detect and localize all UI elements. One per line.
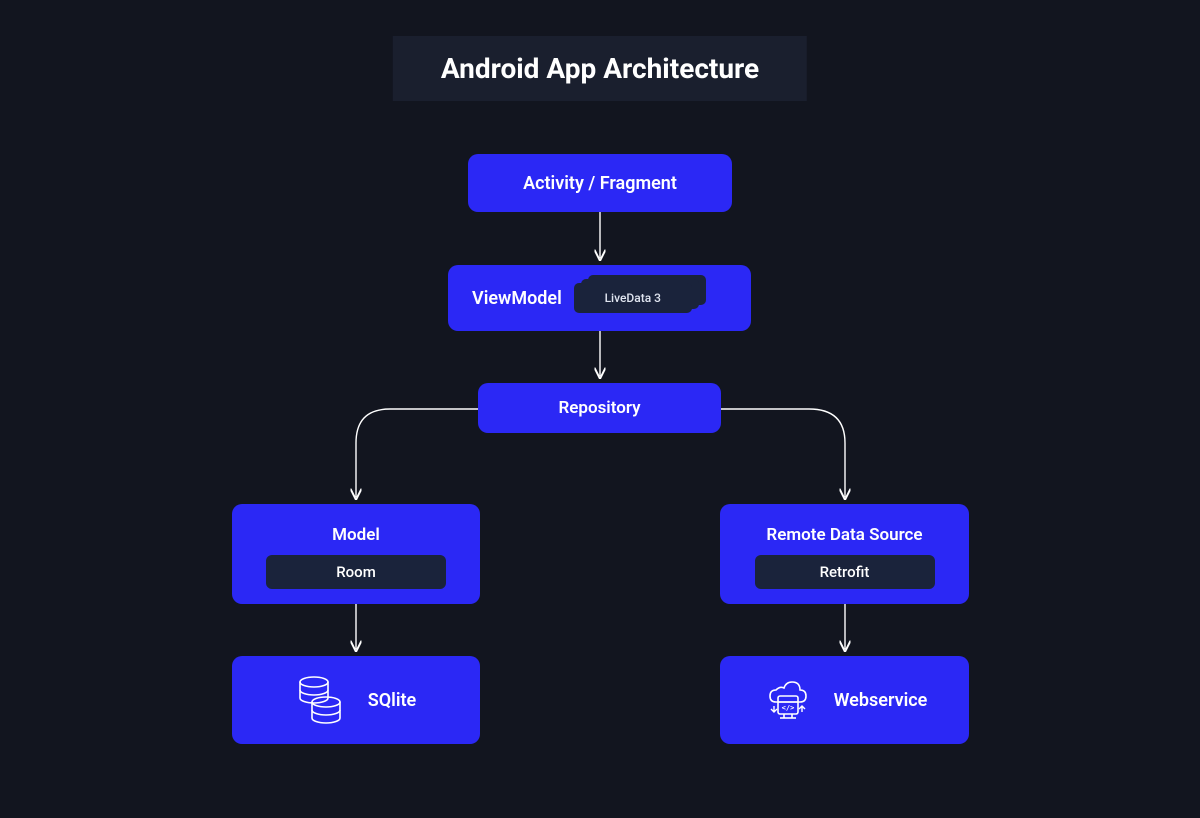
node-label: Activity / Fragment [523,173,677,194]
node-label: SQlite [368,690,416,711]
livedata-label: LiveData 3 [605,291,661,305]
svg-text:</>: </> [781,704,794,712]
node-webservice: </> Webservice [720,656,969,744]
livedata-card: LiveData 3 [574,283,692,313]
chip-label: Retrofit [820,563,870,581]
node-remote-data-source: Remote Data Source Retrofit [720,504,969,604]
webservice-icon: </> [762,672,814,729]
node-label: ViewModel [472,288,562,309]
node-repository: Repository [478,383,721,433]
node-activity-fragment: Activity / Fragment [468,154,732,212]
diagram-title: Android App Architecture [393,36,807,101]
node-label: Remote Data Source [766,525,922,545]
chip-room: Room [266,555,446,589]
title-text: Android App Architecture [441,52,759,85]
node-model: Model Room [232,504,480,604]
chip-label: Room [336,563,376,581]
chip-retrofit: Retrofit [755,555,935,589]
node-label: Repository [558,398,640,418]
node-label: Webservice [834,690,928,711]
node-sqlite: SQlite [232,656,480,744]
database-icon [296,672,344,729]
livedata-stack: LiveData 3 [574,279,706,317]
node-viewmodel: ViewModel LiveData 3 [448,265,751,331]
node-label: Model [332,525,380,545]
